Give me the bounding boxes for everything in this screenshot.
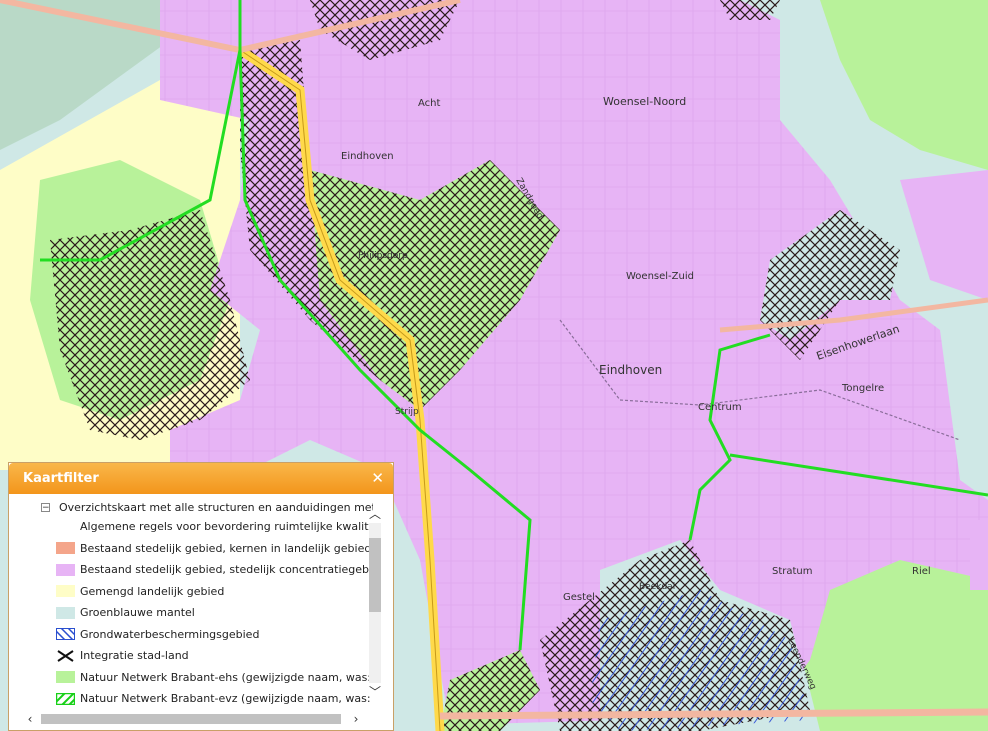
legend-item-groenblauwe[interactable]: Groenblauwe mantel [9,602,373,624]
legend-swatch [56,585,75,598]
legend-item-integratie[interactable]: Integratie stad-land [9,645,373,667]
legend-label: Integratie stad-land [80,649,189,663]
label-eindhoven-center: Eindhoven [599,363,662,377]
horizontal-scrollbar[interactable]: ‹ › [23,712,363,726]
label-acht: Acht [418,98,441,109]
label-eindhoven-nw: Eindhoven [341,151,394,162]
scroll-left-icon[interactable]: ‹ [23,712,37,726]
legend-item-kernen[interactable]: Bestaand stedelijk gebied, kernen in lan… [9,538,373,560]
label-woensel-noord: Woensel-Noord [603,95,686,108]
scroll-down-icon[interactable]: ﹀ [368,685,382,699]
legend-label: Bestaand stedelijk gebied, kernen in lan… [80,541,372,555]
legend-label: Bestaand stedelijk gebied, stedelijk con… [80,563,373,577]
legend-swatch [56,542,75,555]
close-icon[interactable]: ✕ [371,463,384,494]
legend-label: Natuur Netwerk Brabant-ehs (gewijzigde n… [80,670,373,684]
legend-label: Algemene regels voor bevordering ruimtel… [80,520,373,534]
legend-swatch [56,692,75,705]
kaartfilter-panel: Kaartfilter ✕ − Overzichtskaart met alle… [8,462,394,731]
legend-item-grondwater[interactable]: Grondwaterbeschermingsgebied [9,624,373,646]
tree-root-row[interactable]: − Overzichtskaart met alle structuren en… [9,498,373,516]
label-riel: Riel [912,566,931,577]
legend-swatch [56,563,75,576]
legend-item-ehs[interactable]: Natuur Netwerk Brabant-ehs (gewijzigde n… [9,667,373,689]
label-tongelre: Tongelre [841,383,884,394]
label-centrum: Centrum [698,402,742,413]
label-stratum: Stratum [772,566,813,577]
scroll-up-icon[interactable]: ︿ [368,507,382,521]
scroll-thumb-horizontal[interactable] [41,714,341,724]
scroll-right-icon[interactable]: › [349,712,363,726]
scroll-thumb[interactable] [369,538,381,612]
label-strijp: Strijp [395,407,419,417]
road-south [439,708,988,720]
panel-title: Kaartfilter [23,471,99,486]
urban-east-riel [970,520,988,590]
label-woensel-zuid: Woensel-Zuid [626,271,694,282]
label-gestel: Gestel [563,592,595,603]
legend-label: Natuur Netwerk Brabant-evz (gewijzigde n… [80,692,373,706]
legend-item-gemengd[interactable]: Gemengd landelijk gebied [9,581,373,603]
legend-label: Grondwaterbeschermingsgebied [80,627,260,641]
legend-item-algemene-regels[interactable]: Algemene regels voor bevordering ruimtel… [9,516,373,538]
legend-label: Gemengd landelijk gebied [80,584,225,598]
vertical-scrollbar[interactable]: ︿ ﹀ [368,507,382,705]
legend-item-stedelijk[interactable]: Bestaand stedelijk gebied, stedelijk con… [9,559,373,581]
legend-tree: − Overzichtskaart met alle structuren en… [9,496,373,710]
root-label: Overzichtskaart met alle structuren en a… [59,500,373,514]
label-beekdal: Beekdal [639,582,675,592]
legend-swatch [56,671,75,684]
legend-item-evz[interactable]: Natuur Netwerk Brabant-evz (gewijzigde n… [9,688,373,710]
label-philipsdorp: Philipsdorp [358,251,408,261]
collapse-icon[interactable]: − [41,502,50,512]
legend-swatch [56,628,75,641]
legend-swatch [57,649,74,662]
panel-header[interactable]: Kaartfilter ✕ [9,463,393,494]
legend-swatch [56,606,75,619]
legend-label: Groenblauwe mantel [80,606,195,620]
integratie-northeast[interactable] [720,0,780,20]
legend-swatch [56,521,75,533]
